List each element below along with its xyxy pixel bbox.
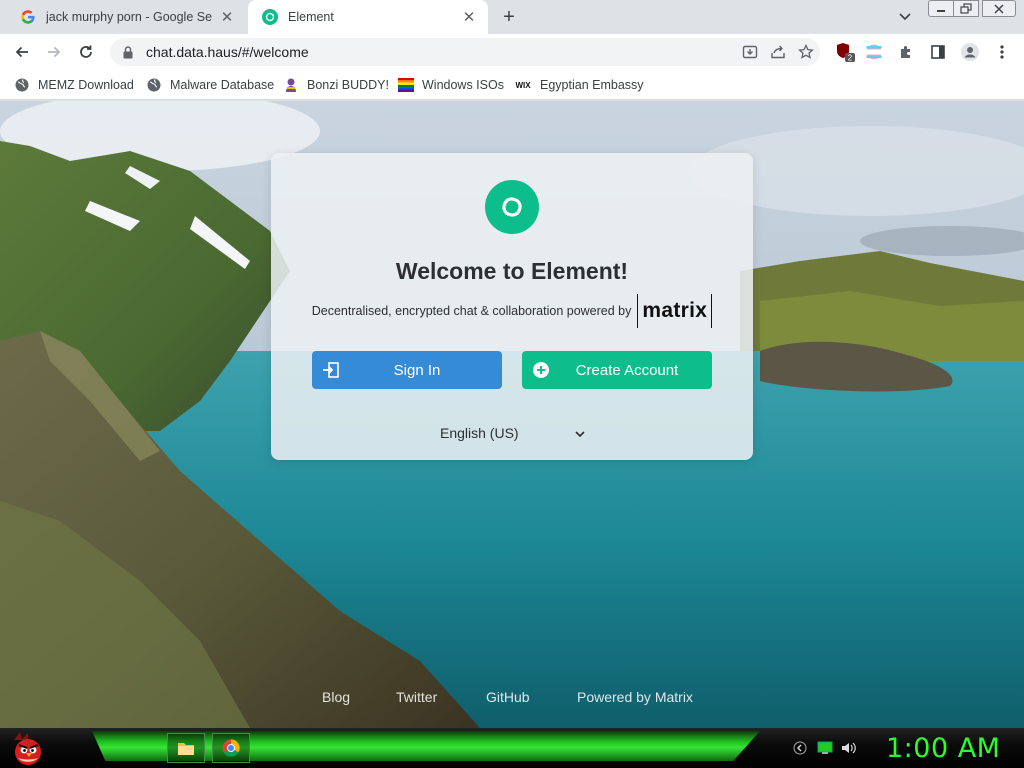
reload-icon[interactable] bbox=[72, 38, 100, 66]
bookmark-star-icon[interactable] bbox=[792, 38, 820, 66]
footer-link-twitter[interactable]: Twitter bbox=[396, 689, 437, 705]
footer-link-powered-by-matrix[interactable]: Powered by Matrix bbox=[577, 689, 693, 705]
url-text: chat.data.haus/#/welcome bbox=[146, 44, 309, 60]
matrix-logo[interactable]: matrix bbox=[637, 294, 713, 328]
tab-strip: jack murphy porn - Google Search ✕ Eleme… bbox=[0, 0, 1024, 34]
bookmark-egyptian-embassy[interactable]: WIX Egyptian Embassy bbox=[514, 74, 644, 96]
bookmark-label: Malware Database bbox=[170, 78, 275, 92]
welcome-title: Welcome to Element! bbox=[395, 258, 629, 284]
new-tab-icon[interactable]: + bbox=[496, 4, 522, 30]
sign-in-label: Sign In bbox=[393, 361, 441, 379]
bookmark-windows-isos[interactable]: Windows ISOs bbox=[398, 74, 504, 96]
element-icon bbox=[262, 9, 278, 25]
create-account-button[interactable]: Create Account bbox=[522, 351, 712, 389]
tray-chevron-icon[interactable] bbox=[792, 740, 808, 756]
chrome-icon bbox=[222, 739, 240, 757]
chevron-down-icon bbox=[574, 425, 586, 441]
ublock-shield-icon[interactable]: 2 bbox=[832, 38, 860, 66]
file-explorer-taskbar-button[interactable] bbox=[167, 733, 205, 763]
tab-title: Element bbox=[288, 10, 334, 24]
page-viewport: Welcome to Element! Decentralised, encry… bbox=[0, 101, 1024, 728]
window-close-icon[interactable] bbox=[982, 0, 1016, 17]
tagline-text: Decentralised, encrypted chat & collabor… bbox=[311, 304, 632, 318]
kebab-menu-icon[interactable] bbox=[988, 38, 1016, 66]
angry-bird-icon bbox=[14, 732, 41, 765]
address-bar[interactable]: chat.data.haus/#/welcome bbox=[110, 38, 820, 66]
rainbow-flag-icon bbox=[398, 77, 414, 93]
bookmark-label: MEMZ Download bbox=[38, 78, 134, 92]
language-dropdown[interactable]: English (US) bbox=[440, 423, 586, 443]
google-g-icon bbox=[20, 9, 36, 25]
bookmark-malware-database[interactable]: Malware Database bbox=[146, 74, 274, 96]
language-value: English (US) bbox=[440, 425, 519, 441]
bookmark-label: Bonzi BUDDY! bbox=[307, 78, 389, 92]
globe-icon bbox=[146, 77, 162, 93]
welcome-card: Welcome to Element! Decentralised, encry… bbox=[271, 153, 753, 460]
install-app-icon[interactable] bbox=[736, 38, 764, 66]
create-account-label: Create Account bbox=[575, 361, 679, 379]
extensions-puzzle-icon[interactable] bbox=[892, 38, 920, 66]
folder-icon bbox=[178, 743, 194, 755]
browser-toolbar: chat.data.haus/#/welcome 2 bbox=[0, 34, 1024, 70]
chrome-taskbar-button[interactable] bbox=[212, 733, 250, 763]
wix-icon: WIX bbox=[515, 80, 531, 90]
element-logo-icon bbox=[485, 180, 539, 234]
page-footer: Blog Twitter GitHub Powered by Matrix bbox=[0, 689, 1024, 711]
taskbar: 1:00 AM bbox=[0, 728, 1024, 768]
footer-link-github[interactable]: GitHub bbox=[486, 689, 530, 705]
side-panel-icon[interactable] bbox=[924, 38, 952, 66]
sign-in-icon bbox=[322, 361, 340, 379]
profile-avatar-icon[interactable] bbox=[956, 38, 984, 66]
tab-close-icon[interactable]: ✕ bbox=[460, 8, 478, 26]
forward-arrow-icon[interactable] bbox=[40, 38, 68, 66]
volume-icon[interactable] bbox=[841, 740, 857, 756]
sign-in-button[interactable]: Sign In bbox=[312, 351, 502, 389]
network-icon[interactable] bbox=[817, 740, 833, 756]
start-button[interactable] bbox=[8, 730, 48, 766]
bookmark-memz-download[interactable]: MEMZ Download bbox=[14, 74, 134, 96]
tab-google-search[interactable]: jack murphy porn - Google Search ✕ bbox=[6, 0, 246, 34]
footer-link-blog[interactable]: Blog bbox=[322, 689, 350, 705]
share-icon[interactable] bbox=[764, 38, 792, 66]
bookmark-bonzi-buddy[interactable]: Bonzi BUDDY! bbox=[283, 74, 389, 96]
bookmark-label: Windows ISOs bbox=[422, 78, 504, 92]
bookmark-label: Egyptian Embassy bbox=[540, 78, 644, 92]
tab-element[interactable]: Element ✕ bbox=[248, 0, 488, 34]
taskbar-clock[interactable]: 1:00 AM bbox=[886, 733, 1000, 764]
tagline: Decentralised, encrypted chat & collabor… bbox=[271, 294, 753, 328]
bonzi-icon bbox=[283, 77, 299, 93]
bookmarks-bar: MEMZ Download Malware Database Bonzi BUD… bbox=[0, 70, 1024, 100]
window-minimize-icon[interactable] bbox=[928, 0, 954, 17]
lock-icon[interactable] bbox=[120, 45, 136, 59]
back-arrow-icon[interactable] bbox=[8, 38, 36, 66]
extension-badge: 2 bbox=[848, 54, 853, 63]
window-restore-icon[interactable] bbox=[953, 0, 979, 17]
pride-extension-icon[interactable] bbox=[860, 38, 888, 66]
plus-circle-icon bbox=[532, 361, 550, 379]
tab-search-chevron-icon[interactable] bbox=[894, 6, 916, 28]
tab-title: jack murphy porn - Google Search bbox=[46, 10, 212, 24]
globe-icon bbox=[14, 77, 30, 93]
tab-close-icon[interactable]: ✕ bbox=[218, 8, 236, 26]
